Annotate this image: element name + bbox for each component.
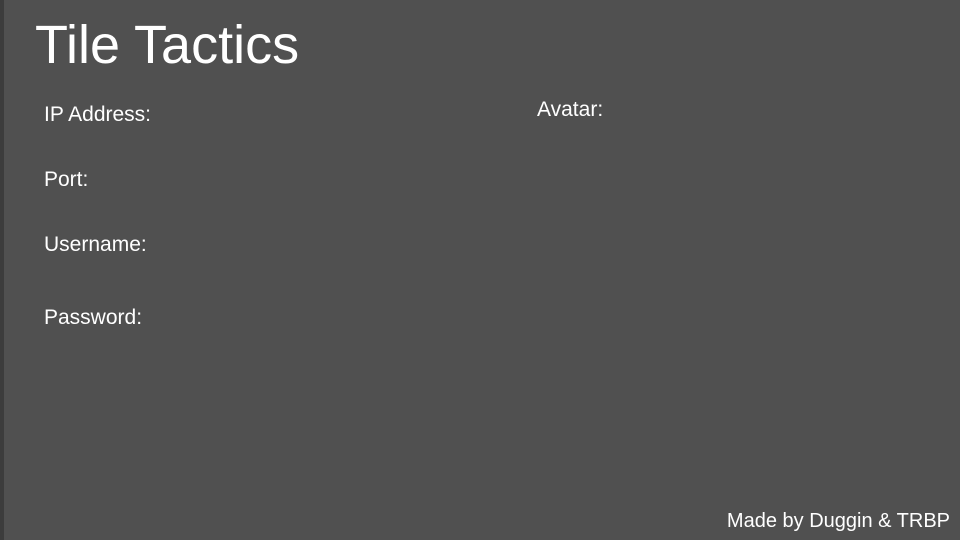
game-title: Tile Tactics <box>35 15 300 75</box>
avatar-label: Avatar: <box>537 98 604 121</box>
port-label: Port: <box>44 168 89 191</box>
ip-address-label: IP Address: <box>44 103 152 126</box>
password-label: Password: <box>44 306 143 329</box>
login-screen: Tile Tactics IP Address: Port: Username:… <box>0 0 960 540</box>
username-label: Username: <box>44 233 147 256</box>
credits-text: Made by Duggin & TRBP <box>726 510 950 532</box>
